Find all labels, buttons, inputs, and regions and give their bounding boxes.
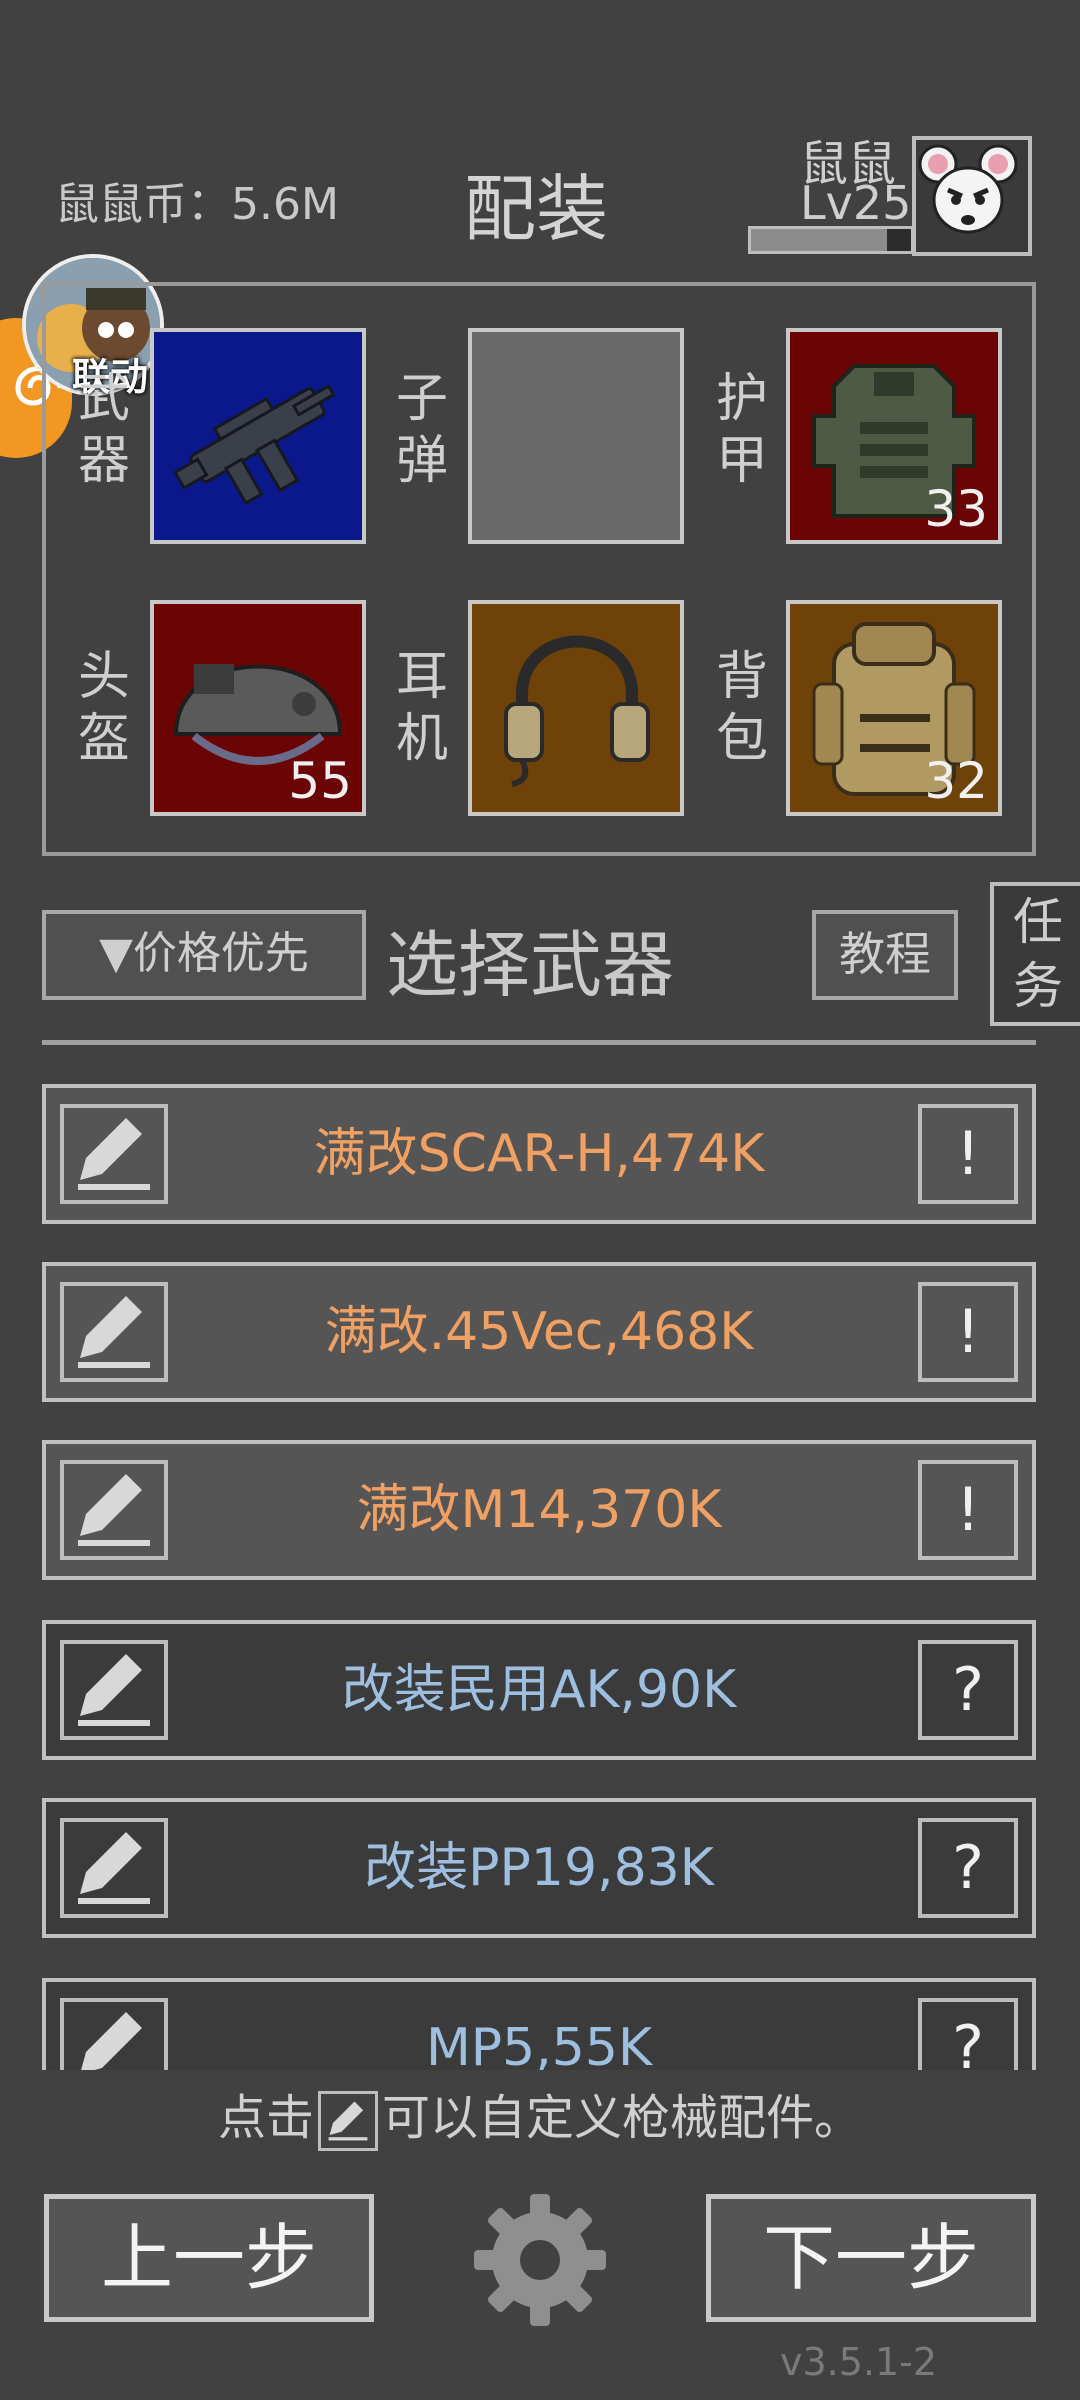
weapon-info-button[interactable]: ! [918,1104,1018,1204]
sort-by-price-button[interactable]: ▼价格优先 [42,910,366,1000]
armor-count: 33 [924,480,988,538]
task-button-label: 任务 [1013,893,1063,1015]
list-divider [42,1040,1036,1045]
customize-hint: 点击 可以自定义枪械配件。 [0,2078,1080,2151]
page-title: 配装 [464,167,609,251]
headset-icon [504,635,650,787]
weapon-info-button[interactable]: ? [918,1640,1018,1740]
weapon-row[interactable]: 满改M14,370K ! [42,1440,1036,1580]
edit-weapon-button[interactable] [60,1640,168,1740]
weapon-row[interactable]: 满改.45Vec,468K ! [42,1262,1036,1402]
weapon-name: MP5,55K [425,2018,653,2070]
backpack-slot[interactable]: 32 [786,600,1002,816]
edit-weapon-button[interactable] [60,1818,168,1918]
weapon-slot-label: 武器 [77,369,130,491]
weapon-info-button[interactable]: ! [918,1460,1018,1560]
edit-weapon-button[interactable] [60,1460,168,1560]
edit-weapon-button[interactable] [60,1104,168,1204]
player-avatar[interactable] [912,136,1032,256]
mouse-avatar-icon [918,144,1018,234]
hint-text-after: 可以自定义枪械配件。 [382,2090,863,2146]
backpack-count: 32 [924,752,988,810]
weapon-info-button[interactable]: ! [918,1282,1018,1382]
edit-weapon-button[interactable] [60,1998,168,2070]
weapon-info-button[interactable]: ? [918,1998,1018,2070]
helmet-slot[interactable]: 55 [150,600,366,816]
pencil-icon [81,2012,142,2070]
weapon-row[interactable]: 满改SCAR-H,474K ! [42,1084,1036,1224]
weapon-name: 满改SCAR-H,474K [313,1124,765,1184]
weapon-info-button[interactable]: ? [918,1818,1018,1918]
weapon-row[interactable]: 改装PP19,83K ? [42,1798,1036,1938]
weapon-list[interactable]: 满改SCAR-H,474K ! 满改.45Vec,468K ! 满改M14,37… [42,1048,1040,2070]
version-label: v3.5.1-2 [780,2340,938,2384]
weapon-row[interactable]: MP5,55K ? [42,1978,1036,2070]
helmet-slot-label: 头盔 [77,647,130,769]
pencil-icon [78,1832,150,1904]
weapon-row[interactable]: 改装民用AK,90K ? [42,1620,1036,1760]
weapon-name: 改装PP19,83K [364,1838,714,1898]
weapon-name: 满改M14,370K [356,1480,722,1540]
pencil-icon [78,1296,150,1368]
weapon-name: 满改.45Vec,468K [324,1302,754,1362]
select-weapon-title: 选择武器 [386,923,675,1007]
task-button[interactable]: 任务 [990,882,1080,1026]
previous-step-button[interactable]: 上一步 [44,2194,374,2322]
helmet-count: 55 [288,752,352,810]
pencil-icon [78,1654,150,1726]
armor-slot-label: 护甲 [715,369,768,491]
player-level: Lv25 [800,176,912,230]
weapon-slot[interactable] [150,328,366,544]
smg-icon [173,384,336,506]
settings-gear-icon[interactable] [470,2190,610,2330]
tutorial-button[interactable]: 教程 [812,910,958,1000]
coin-balance: 鼠鼠币：5.6M [55,179,339,230]
next-step-button[interactable]: 下一步 [706,2194,1036,2322]
ammo-slot-label: 子弹 [395,369,448,491]
backpack-slot-label: 背包 [715,647,768,769]
weapon-name: 改装民用AK,90K [341,1660,737,1720]
armor-slot[interactable]: 33 [786,328,1002,544]
pencil-icon [318,2091,378,2151]
hint-text-before: 点击 [217,2090,314,2146]
ammo-slot[interactable] [468,328,684,544]
headset-slot-label: 耳机 [395,647,448,769]
edit-weapon-button[interactable] [60,1282,168,1382]
pencil-icon [78,1118,150,1190]
xp-bar [748,226,914,254]
headset-slot[interactable] [468,600,684,816]
pencil-icon [78,1474,150,1546]
